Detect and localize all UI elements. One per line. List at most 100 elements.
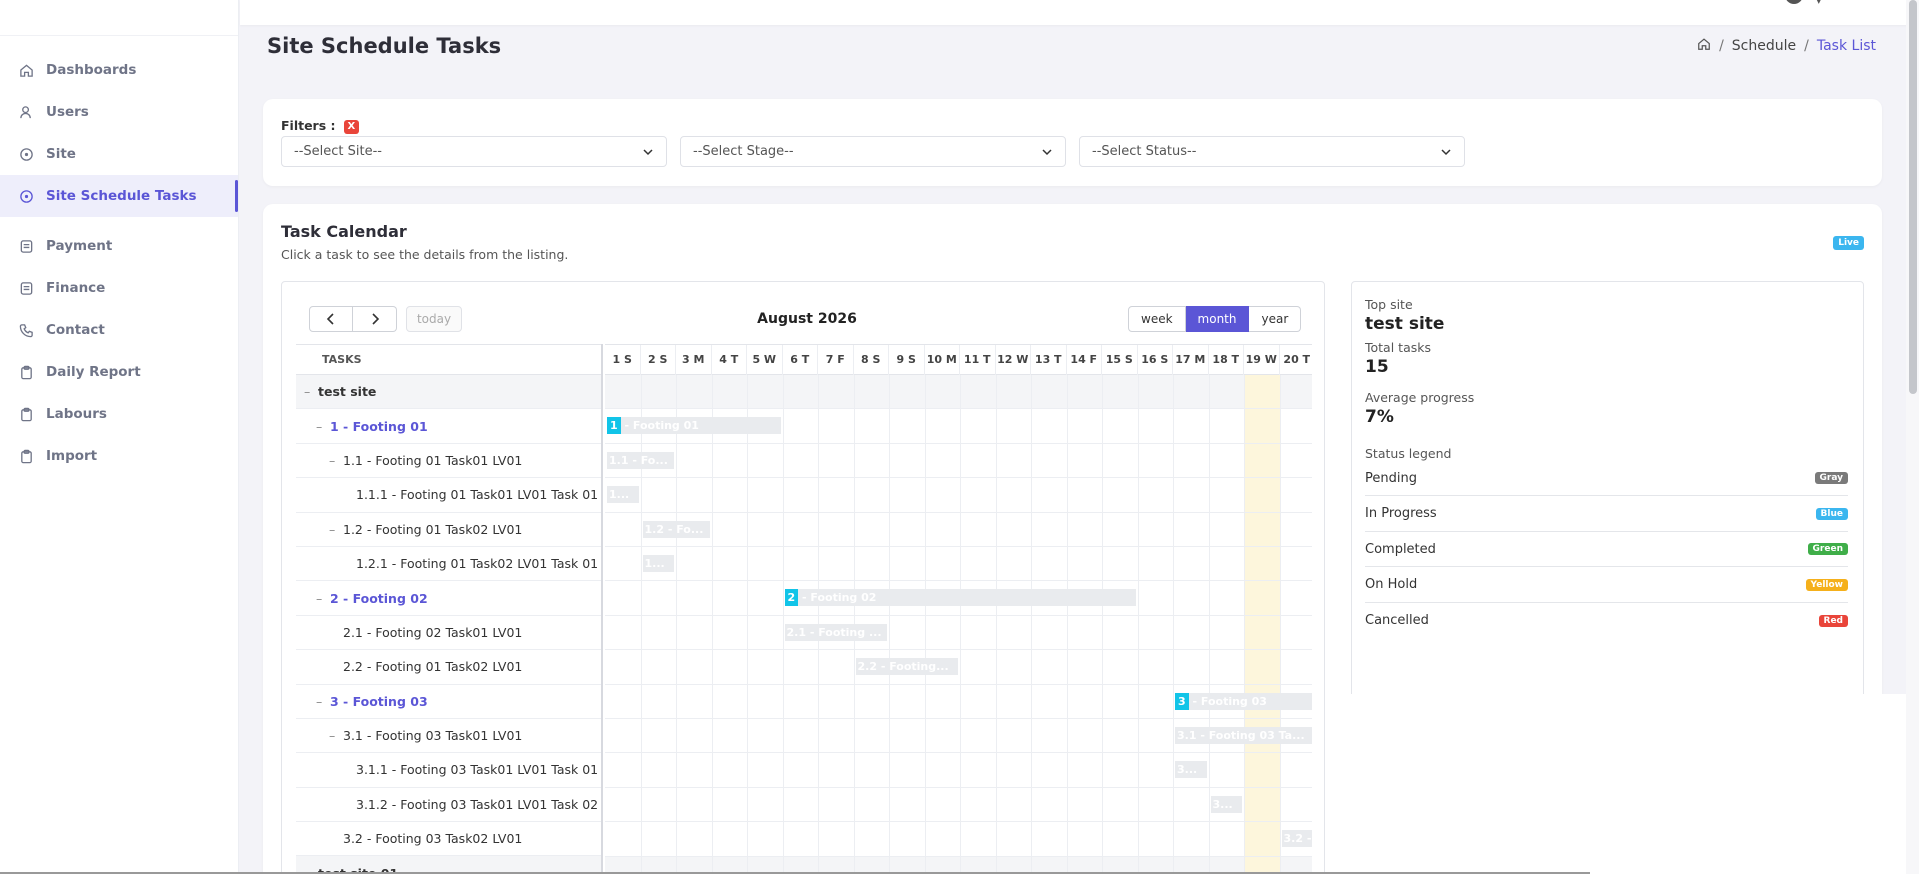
grid-row-line [605, 752, 1312, 754]
sidebar-item-daily-report[interactable]: Daily Report [0, 351, 238, 393]
collapse-toggle-icon[interactable]: – [304, 384, 316, 399]
legend-label: Completed [1365, 541, 1436, 557]
avatar[interactable] [1785, 0, 1803, 4]
task-bar[interactable]: 3... [1175, 761, 1207, 779]
task-row[interactable]: 2.2 - Footing 01 Task02 LV01 [296, 650, 601, 685]
breadcrumb-schedule[interactable]: Schedule [1732, 38, 1796, 54]
collapse-toggle-icon[interactable]: – [329, 728, 341, 743]
day-header-cell: 11 T [960, 345, 996, 376]
task-bar[interactable]: 1.2 - Fo... [642, 520, 710, 538]
grid-column-line [960, 375, 961, 874]
grid-row-line [605, 580, 1312, 582]
task-bar-label: 3... [1177, 763, 1198, 777]
task-row[interactable]: –1.1 - Footing 01 Task01 LV01 [296, 444, 601, 479]
sidebar-item-import[interactable]: Import [0, 435, 238, 477]
task-label: 3.2 - Footing 03 Task02 LV01 [343, 831, 523, 847]
task-row[interactable]: 3.1.2 - Footing 03 Task01 LV01 Task 02 [296, 788, 601, 823]
view-year-button[interactable]: year [1249, 306, 1302, 332]
grid-row-line [605, 511, 1312, 513]
grid-column-line [1173, 375, 1174, 874]
sidebar-item-contact[interactable]: Contact [0, 309, 238, 351]
task-bar[interactable]: 3.1 - Footing 03 Ta... [1175, 727, 1312, 744]
prev-button[interactable] [309, 306, 353, 332]
grid-column-line [995, 375, 997, 874]
day-header-cell: 13 T [1031, 345, 1067, 376]
grid-column-line [1279, 375, 1281, 874]
task-row[interactable]: –3 - Footing 03 [296, 685, 601, 719]
sidebar-nav: Dashboards Users Site Site Schedule Task… [0, 36, 238, 477]
sidebar-item-site-schedule-tasks[interactable]: Site Schedule Tasks [0, 175, 238, 217]
task-bar[interactable]: 3... [1210, 795, 1242, 813]
status-select[interactable]: --Select Status-- [1079, 136, 1465, 167]
collapse-toggle-icon[interactable]: – [316, 419, 328, 434]
task-row[interactable]: –1.2 - Footing 01 Task02 LV01 [296, 513, 601, 547]
stage-select[interactable]: --Select Stage-- [680, 136, 1066, 167]
day-header-cell: 12 W [996, 345, 1031, 376]
task-bar[interactable]: 2.2 - Footing... [855, 658, 958, 676]
sidebar-item-payment[interactable]: Payment [0, 225, 238, 267]
filters-label: Filters : X [281, 118, 359, 134]
sidebar: Dashboards Users Site Site Schedule Task… [0, 0, 239, 874]
sidebar-item-labours[interactable]: Labours [0, 393, 238, 435]
task-label: 1.2 - Footing 01 Task02 LV01 [343, 521, 523, 537]
total-tasks-label: Total tasks [1365, 340, 1431, 355]
live-badge: Live [1833, 236, 1864, 250]
task-label: 1.1.1 - Footing 01 Task01 LV01 Task 01 [356, 487, 599, 503]
task-row[interactable]: –1 - Footing 01 [296, 409, 601, 444]
collapse-toggle-icon[interactable]: – [329, 453, 341, 468]
sidebar-item-finance[interactable]: Finance [0, 267, 238, 309]
task-row[interactable]: 2.1 - Footing 02 Task01 LV01 [296, 616, 601, 651]
view-week-button[interactable]: week [1128, 306, 1186, 332]
task-bar-label: 3... [1212, 797, 1233, 811]
task-bar[interactable]: 2.1 - Footing ... [784, 623, 887, 641]
today-button[interactable]: today [406, 306, 462, 332]
sidebar-item-site[interactable]: Site [0, 133, 238, 175]
task-bar[interactable]: 3 - Footing 03 [1175, 692, 1312, 710]
task-bar[interactable]: 1... [607, 486, 639, 504]
collapse-toggle-icon[interactable]: – [329, 522, 341, 537]
status-badge: Yellow [1805, 578, 1848, 591]
task-bar[interactable]: 1.1 - Fo... [607, 451, 674, 469]
task-row[interactable]: 3.2 - Footing 03 Task02 LV01 [296, 822, 601, 857]
task-row[interactable]: 1.1.1 - Footing 01 Task01 LV01 Task 01 [296, 478, 601, 513]
sidebar-item-label: Labours [46, 406, 107, 422]
view-switcher: week month year [1128, 306, 1302, 332]
top-site-label: Top site [1365, 297, 1413, 312]
next-button[interactable] [353, 306, 397, 332]
grid-row-line [605, 649, 1312, 651]
day-header-cell: 4 T [712, 345, 747, 376]
task-label: 2.2 - Footing 01 Task02 LV01 [343, 659, 523, 675]
task-row[interactable]: – test site [296, 375, 601, 410]
task-bar-label: 3.2 - Fo [1283, 832, 1313, 846]
home-icon[interactable] [1697, 37, 1711, 55]
sidebar-item-dashboards[interactable]: Dashboards [0, 49, 238, 91]
grid-row-line [605, 786, 1312, 788]
site-select[interactable]: --Select Site-- [281, 136, 667, 167]
calendar-title: Task Calendar [281, 222, 407, 241]
vertical-scrollbar[interactable] [1906, 0, 1919, 874]
task-row[interactable]: –2 - Footing 02 [296, 581, 601, 616]
day-header-cell: 3 M [676, 345, 712, 376]
task-bar[interactable]: 2 - Footing 02 [784, 589, 1136, 607]
day-header-cell: 20 T [1280, 345, 1313, 376]
task-row[interactable]: 3.1.1 - Footing 03 Task01 LV01 Task 01 [296, 753, 601, 788]
task-row[interactable]: –3.1 - Footing 03 Task01 LV01 [296, 719, 601, 754]
collapse-toggle-icon[interactable]: – [316, 694, 328, 709]
view-month-button[interactable]: month [1185, 306, 1250, 332]
clear-filters-button[interactable]: X [343, 119, 359, 134]
chevron-down-icon [1441, 149, 1451, 156]
scrollbar-thumb[interactable] [1909, 0, 1917, 394]
grid-column-line [1244, 375, 1245, 874]
task-bar[interactable]: 3.2 - Fo [1281, 830, 1313, 848]
collapse-toggle-icon[interactable]: – [316, 591, 328, 606]
sidebar-item-users[interactable]: Users [0, 91, 238, 133]
clipboard-icon [18, 364, 34, 380]
task-row[interactable]: 1.2.1 - Footing 01 Task02 LV01 Task 01 [296, 547, 601, 582]
task-bar-label: 1... [644, 557, 665, 570]
site-select-value: --Select Site-- [294, 144, 382, 159]
task-bar[interactable]: 1 - Footing 01 [607, 417, 781, 435]
task-bar[interactable]: 1... [642, 555, 674, 572]
legend-label: Pending [1365, 470, 1417, 486]
chevron-down-icon[interactable]: ▾ [1816, 0, 1821, 7]
grid-column-line [889, 375, 890, 874]
